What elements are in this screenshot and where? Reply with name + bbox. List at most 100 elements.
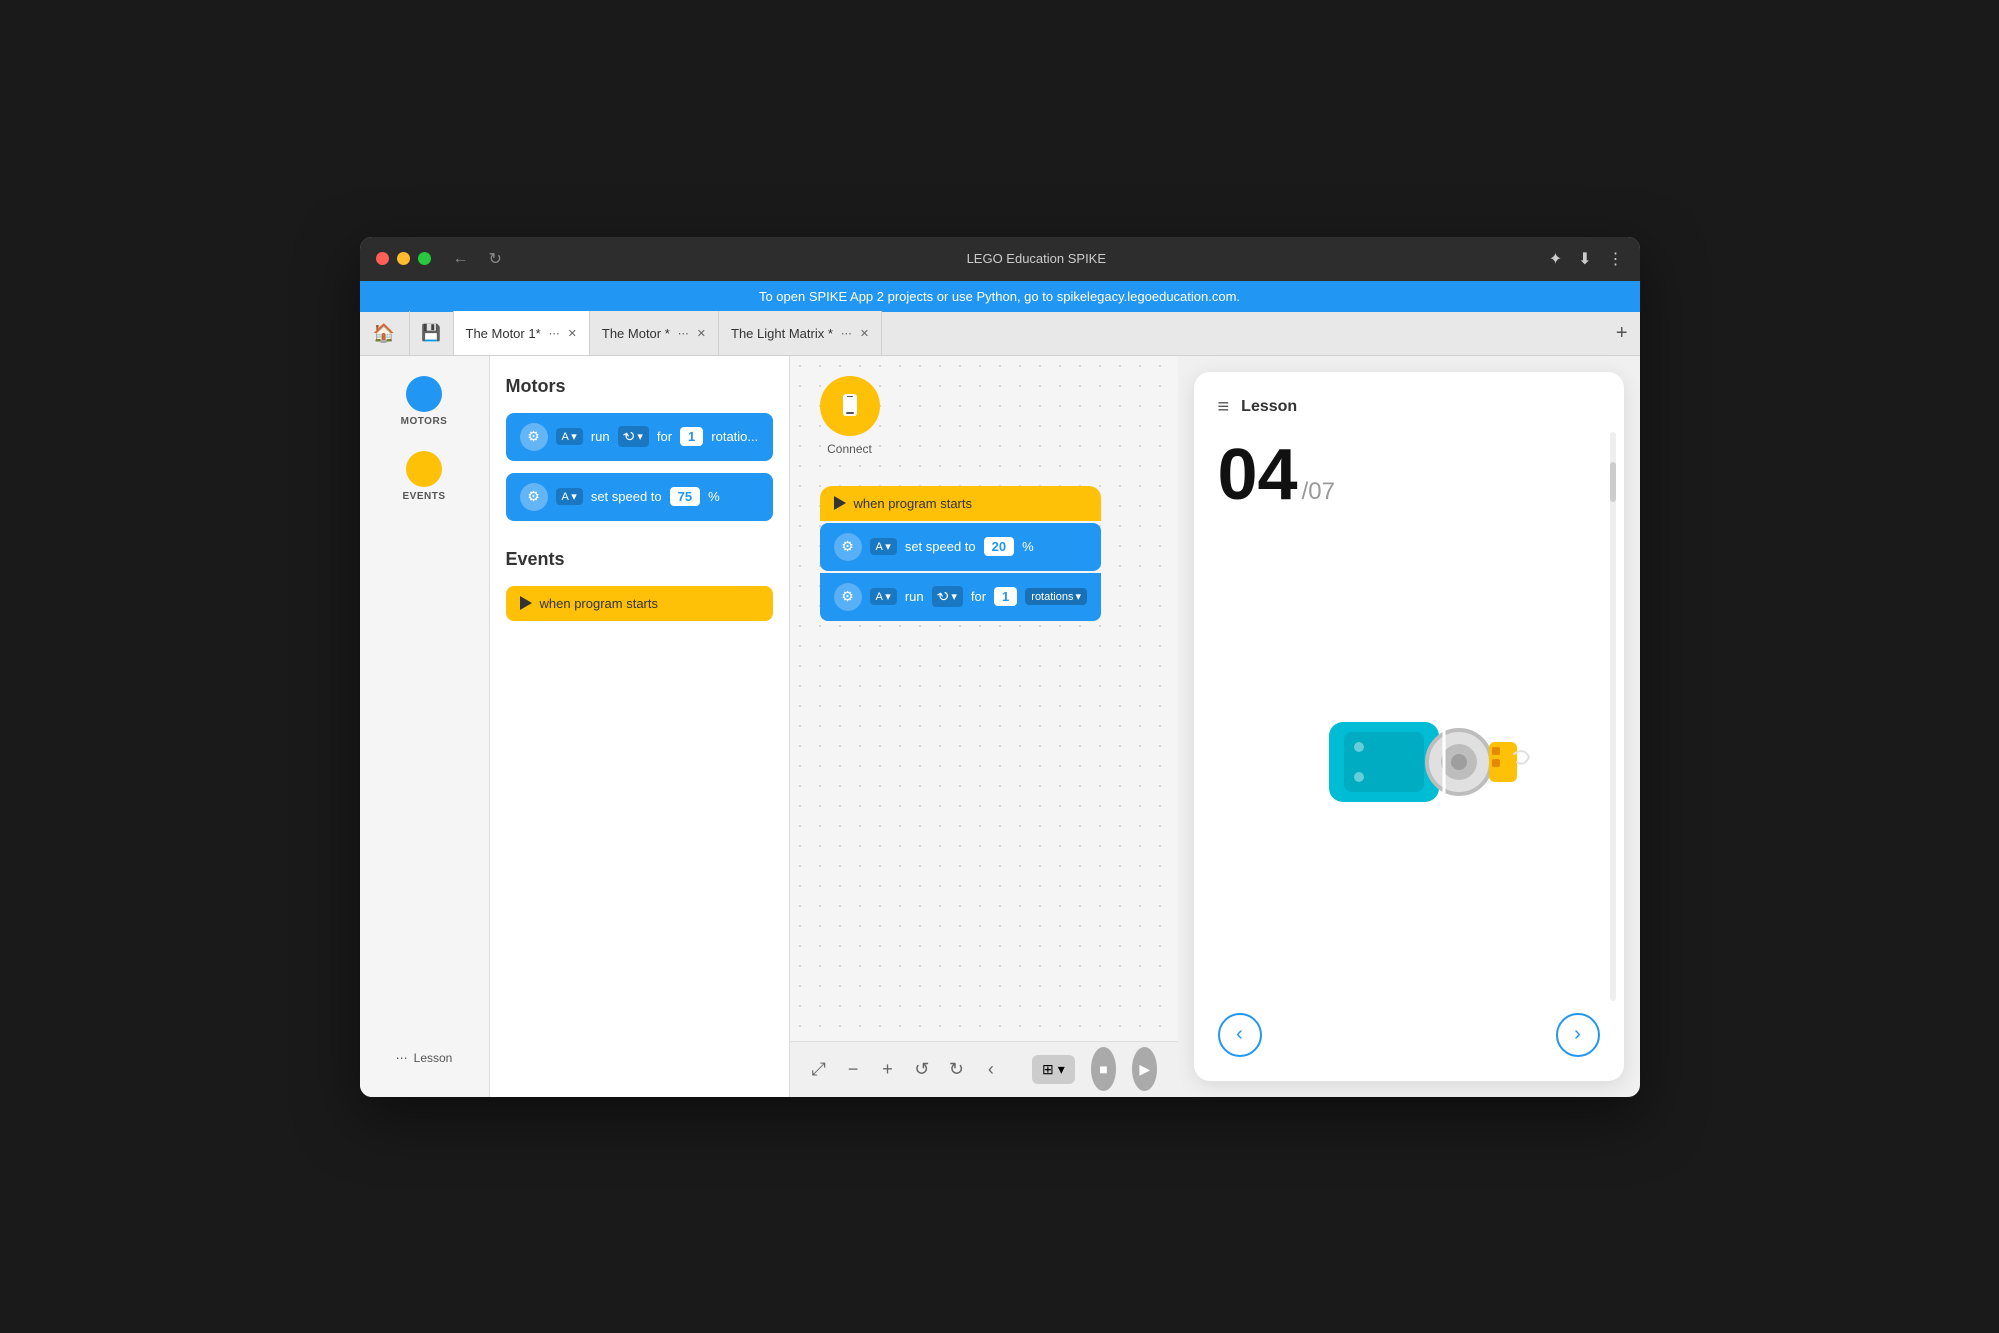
motors-dot xyxy=(406,376,442,412)
dots-icon: ⋯ xyxy=(396,1051,408,1065)
tab-lightmatrix[interactable]: The Light Matrix * ⋯ ✕ xyxy=(719,311,882,355)
undo-button[interactable]: ↺ xyxy=(913,1053,931,1085)
canvas-speed-block[interactable]: ⚙ A ▾ set speed to 20 % xyxy=(820,523,1102,571)
connect-icon-circle xyxy=(820,376,880,436)
zoom-in-button[interactable]: + xyxy=(878,1053,896,1085)
connect-button[interactable]: Connect xyxy=(820,376,880,456)
canvas-motor-icon-1: ⚙ xyxy=(834,533,862,561)
banner-text: To open SPIKE App 2 projects or use Pyth… xyxy=(759,289,1240,304)
new-tab-button[interactable]: + xyxy=(1616,322,1628,345)
fit-button[interactable]: ⤢ xyxy=(810,1053,828,1085)
duration-value-1[interactable]: 1 xyxy=(680,427,703,446)
unit-label-1: rotatio... xyxy=(711,429,758,444)
canvas-run-block[interactable]: ⚙ A ▾ run ↻ ▾ for 1 rotations ▾ xyxy=(820,573,1102,621)
download-icon[interactable]: ⬇ xyxy=(1578,249,1591,269)
lesson-prev-icon: ‹ xyxy=(1236,1023,1243,1046)
lesson-current-number: 04 xyxy=(1218,439,1298,511)
minimize-button[interactable] xyxy=(397,252,410,265)
scrollbar-thumb[interactable] xyxy=(1610,462,1616,502)
event-block-label: when program starts xyxy=(540,596,659,611)
canvas-percent-label: % xyxy=(1022,539,1034,554)
zoom-out-button[interactable]: − xyxy=(844,1053,862,1085)
nav-buttons: ← ↻ xyxy=(447,247,508,271)
home-button[interactable]: 🏠 xyxy=(360,311,410,355)
sidebar: MOTORS EVENTS ⋯ Lesson xyxy=(360,356,490,1097)
blocks-panel: Motors ⚙ A ▾ run ↻ ▾ for 1 rotatio... ⚙ … xyxy=(490,356,790,1097)
maximize-button[interactable] xyxy=(418,252,431,265)
stop-button[interactable]: ■ xyxy=(1091,1047,1116,1091)
play-btn-icon: ▶ xyxy=(1139,1061,1150,1078)
tab-lightmatrix-label: The Light Matrix * xyxy=(731,326,833,341)
scrollbar-track xyxy=(1610,432,1616,1001)
reload-button[interactable]: ↻ xyxy=(483,247,508,271)
back-button[interactable]: ‹ xyxy=(982,1053,1000,1085)
program-stack: when program starts ⚙ A ▾ set speed to 2… xyxy=(820,486,1102,623)
canvas-duration-value[interactable]: 1 xyxy=(994,587,1017,606)
speed-value[interactable]: 75 xyxy=(670,487,700,506)
sidebar-lesson-label: Lesson xyxy=(414,1051,453,1065)
canvas-unit-sel[interactable]: rotations ▾ xyxy=(1025,588,1087,605)
events-dot xyxy=(406,451,442,487)
puzzle-icon[interactable]: ✦ xyxy=(1549,249,1562,269)
sidebar-item-motors[interactable]: MOTORS xyxy=(401,376,448,427)
stop-icon: ■ xyxy=(1099,1061,1107,1077)
tab-motor-close[interactable]: ✕ xyxy=(697,327,706,340)
tab-motor1-label: The Motor 1* xyxy=(466,326,541,341)
when-program-starts-block[interactable]: when program starts xyxy=(506,586,773,621)
tab-motor[interactable]: The Motor * ⋯ ✕ xyxy=(590,311,719,355)
canvas-play-icon xyxy=(834,496,846,510)
lesson-number-display: 04 /07 xyxy=(1218,439,1600,511)
back-nav-button[interactable]: ← xyxy=(447,247,475,271)
direction-selector-1[interactable]: ↻ ▾ xyxy=(618,426,649,447)
main-content: MOTORS EVENTS ⋯ Lesson Motors ⚙ A ▾ run … xyxy=(360,356,1640,1097)
sidebar-lesson-button[interactable]: ⋯ Lesson xyxy=(384,1039,465,1077)
titlebar: ← ↻ LEGO Education SPIKE ✦ ⬇ ⋮ xyxy=(360,237,1640,281)
canvas-motor-icon-2: ⚙ xyxy=(834,583,862,611)
redo-button[interactable]: ↻ xyxy=(947,1053,965,1085)
titlebar-icons: ✦ ⬇ ⋮ xyxy=(1549,249,1624,269)
canvas-trigger-label: when program starts xyxy=(854,496,973,511)
lesson-next-button[interactable]: › xyxy=(1556,1013,1600,1057)
canvas: Connect when program starts ⚙ A ▾ set sp… xyxy=(790,356,1178,1097)
tab-motor1-close[interactable]: ✕ xyxy=(568,327,577,340)
motor-speed-block[interactable]: ⚙ A ▾ set speed to 75 % xyxy=(506,473,773,521)
tab-motor-label: The Motor * xyxy=(602,326,670,341)
menu-icon[interactable]: ⋮ xyxy=(1608,249,1624,269)
tabbar: 🏠 💾 The Motor 1* ⋯ ✕ The Motor * ⋯ ✕ The… xyxy=(360,312,1640,356)
tab-motor1-menu[interactable]: ⋯ xyxy=(549,327,560,340)
motor-selector-1[interactable]: A ▾ xyxy=(556,428,583,445)
save-button[interactable]: 💾 xyxy=(410,311,454,355)
phone-icon xyxy=(836,392,864,420)
window-title: LEGO Education SPIKE xyxy=(524,251,1549,266)
close-button[interactable] xyxy=(376,252,389,265)
lesson-panel-icon: ≡ xyxy=(1218,396,1230,419)
events-section-title: Events xyxy=(506,549,773,570)
motors-label: MOTORS xyxy=(401,416,448,427)
grid-arrow-icon: ▾ xyxy=(1058,1061,1065,1078)
motor-selector-2[interactable]: A ▾ xyxy=(556,488,583,505)
motor-icon-1: ⚙ xyxy=(520,423,548,451)
canvas-motor-sel-2[interactable]: A ▾ xyxy=(870,588,897,605)
lesson-prev-button[interactable]: ‹ xyxy=(1218,1013,1262,1057)
connect-label: Connect xyxy=(827,442,872,456)
events-label: EVENTS xyxy=(402,491,445,502)
app-window: ← ↻ LEGO Education SPIKE ✦ ⬇ ⋮ To open S… xyxy=(360,237,1640,1097)
lesson-panel-title: Lesson xyxy=(1241,398,1297,416)
canvas-for-label: for xyxy=(971,589,986,604)
run-label: run xyxy=(591,429,610,444)
canvas-trigger-block[interactable]: when program starts xyxy=(820,486,1102,521)
for-label: for xyxy=(657,429,672,444)
play-button[interactable]: ▶ xyxy=(1132,1047,1157,1091)
motor-run-block[interactable]: ⚙ A ▾ run ↻ ▾ for 1 rotatio... xyxy=(506,413,773,461)
lesson-panel-header: ≡ Lesson xyxy=(1218,396,1600,419)
tab-lightmatrix-close[interactable]: ✕ xyxy=(860,327,869,340)
canvas-speed-value[interactable]: 20 xyxy=(984,537,1014,556)
canvas-direction-sel[interactable]: ↻ ▾ xyxy=(932,586,963,607)
tab-lightmatrix-menu[interactable]: ⋯ xyxy=(841,327,852,340)
tab-motor-menu[interactable]: ⋯ xyxy=(678,327,689,340)
play-triangle-icon xyxy=(520,596,532,610)
canvas-motor-sel-1[interactable]: A ▾ xyxy=(870,538,897,555)
grid-button[interactable]: ⊞ ▾ xyxy=(1032,1055,1075,1084)
tab-motor1[interactable]: The Motor 1* ⋯ ✕ xyxy=(454,311,590,355)
sidebar-item-events[interactable]: EVENTS xyxy=(402,451,445,502)
